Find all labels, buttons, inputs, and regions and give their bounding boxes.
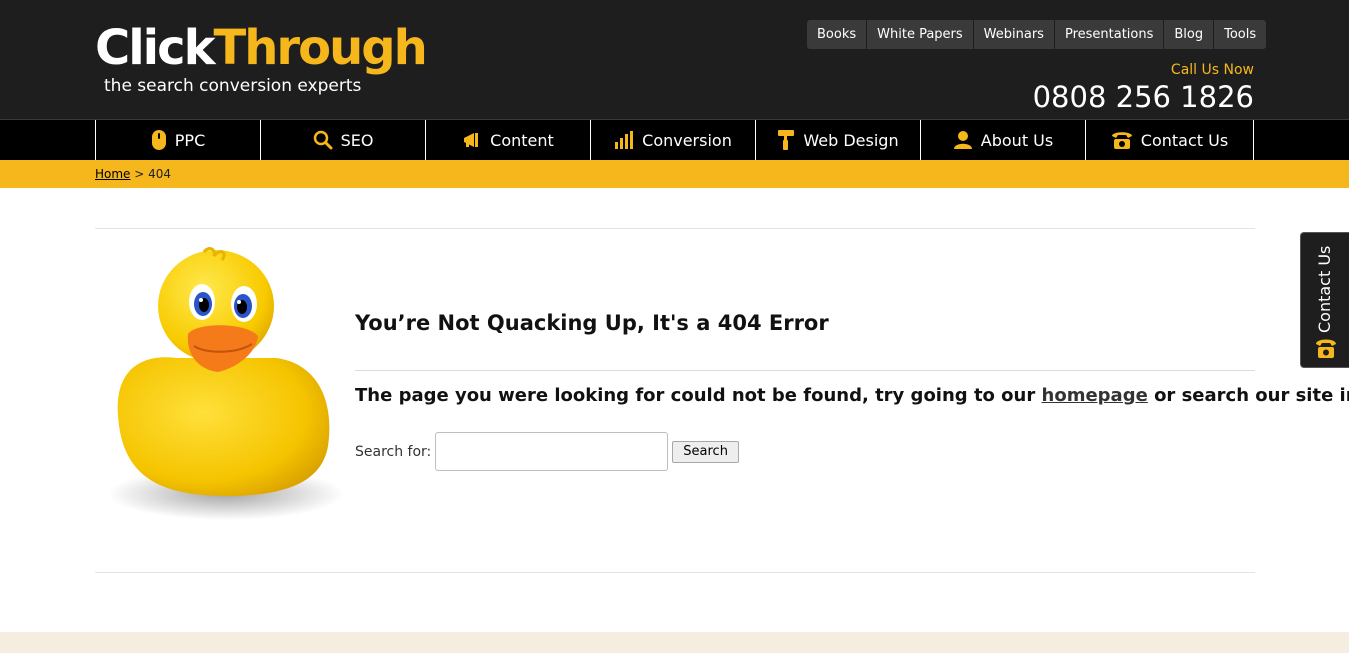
contact-us-side-tab[interactable]: Contact Us bbox=[1300, 232, 1349, 368]
topnav-webinars[interactable]: Webinars bbox=[974, 20, 1055, 49]
call-us-label: Call Us Now bbox=[1170, 62, 1254, 78]
breadcrumb-separator: > bbox=[130, 167, 149, 181]
telephone-icon bbox=[1111, 132, 1132, 149]
nav-item-label: PPC bbox=[174, 130, 206, 150]
heading-divider bbox=[355, 370, 1255, 371]
topnav-white-papers[interactable]: White Papers bbox=[867, 20, 974, 49]
breadcrumb-bar: Home > 404 bbox=[0, 160, 1349, 188]
nav-item-ppc[interactable]: PPC bbox=[96, 120, 261, 160]
nav-item-about-us[interactable]: About Us bbox=[921, 120, 1086, 160]
phone-number[interactable]: 0808 256 1826 bbox=[1033, 79, 1254, 115]
search-label: Search for: bbox=[355, 443, 432, 460]
topnav-books[interactable]: Books bbox=[807, 20, 868, 49]
search-icon bbox=[313, 130, 333, 150]
nav-item-seo[interactable]: SEO bbox=[261, 120, 426, 160]
footer-band bbox=[0, 632, 1349, 653]
bar-chart-icon bbox=[615, 131, 634, 149]
telephone-icon bbox=[1316, 339, 1336, 358]
search-button[interactable]: Search bbox=[672, 440, 739, 463]
homepage-link[interactable]: homepage bbox=[1042, 385, 1148, 406]
topnav-blog[interactable]: Blog bbox=[1164, 20, 1215, 49]
nav-item-content[interactable]: Content bbox=[426, 120, 591, 160]
nav-item-label: Content bbox=[490, 130, 554, 150]
logo-wordmark: ClickThrough bbox=[95, 20, 428, 76]
error-message: The page you were looking for could not … bbox=[355, 385, 1349, 406]
nav-item-label: Conversion bbox=[642, 130, 732, 150]
content-bottom-divider bbox=[95, 572, 1255, 573]
rubber-duck-image bbox=[108, 247, 344, 520]
topnav-tools[interactable]: Tools bbox=[1214, 20, 1266, 49]
paint-roller-icon bbox=[778, 130, 795, 150]
logo-tagline: the search conversion experts bbox=[104, 76, 362, 96]
megaphone-icon bbox=[464, 133, 479, 147]
nav-item-label: SEO bbox=[340, 130, 374, 150]
search-form: Search for: Search bbox=[355, 431, 739, 472]
nav-item-contact-us[interactable]: Contact Us bbox=[1086, 120, 1254, 160]
breadcrumb-home-link[interactable]: Home bbox=[95, 167, 130, 181]
site-header: ClickThrough the search conversion exper… bbox=[0, 0, 1349, 119]
person-icon bbox=[953, 131, 972, 149]
breadcrumb-current: 404 bbox=[148, 167, 172, 181]
breadcrumb: Home > 404 bbox=[95, 167, 171, 181]
nav-item-label: Contact Us bbox=[1140, 130, 1229, 150]
main-nav: PPC SEO Content Conversion Web Design Ab… bbox=[0, 119, 1349, 160]
nav-item-web-design[interactable]: Web Design bbox=[756, 120, 921, 160]
site-logo[interactable]: ClickThrough the search conversion exper… bbox=[95, 20, 428, 100]
topnav-presentations[interactable]: Presentations bbox=[1055, 20, 1165, 49]
nav-item-label: Web Design bbox=[803, 130, 899, 150]
side-tab-label: Contact Us bbox=[1315, 245, 1334, 333]
content-top-divider bbox=[95, 228, 1255, 229]
error-heading: You’re Not Quacking Up, It's a 404 Error bbox=[355, 311, 829, 335]
mouse-icon bbox=[151, 130, 166, 150]
nav-item-conversion[interactable]: Conversion bbox=[591, 120, 756, 160]
search-input[interactable] bbox=[435, 432, 669, 471]
top-utility-nav: Books White Papers Webinars Presentation… bbox=[807, 20, 1267, 49]
nav-item-label: About Us bbox=[980, 130, 1054, 150]
